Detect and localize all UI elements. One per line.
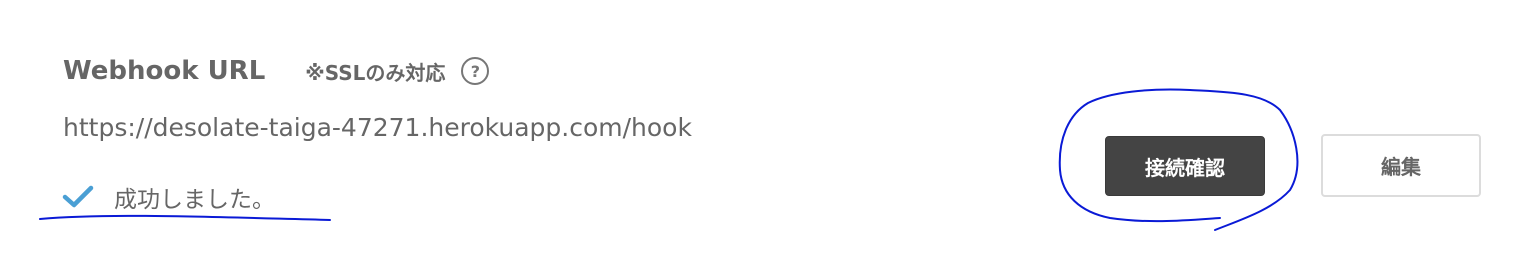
connection-status: 成功しました。 bbox=[62, 180, 275, 214]
edit-button[interactable]: 編集 bbox=[1321, 134, 1481, 197]
webhook-title-row: Webhook URL ※SSLのみ対応 ? bbox=[63, 52, 490, 90]
webhook-title: Webhook URL bbox=[63, 56, 266, 86]
help-icon[interactable]: ? bbox=[461, 57, 490, 85]
checkmark-icon bbox=[62, 185, 94, 208]
status-text: 成功しました。 bbox=[114, 187, 275, 213]
connection-check-button[interactable]: 接続確認 bbox=[1105, 136, 1265, 196]
ssl-only-note: ※SSLのみ対応 bbox=[305, 60, 446, 85]
annotation-underline bbox=[39, 214, 331, 221]
webhook-url-value: https://desolate-taiga-47271.herokuapp.c… bbox=[63, 113, 692, 142]
